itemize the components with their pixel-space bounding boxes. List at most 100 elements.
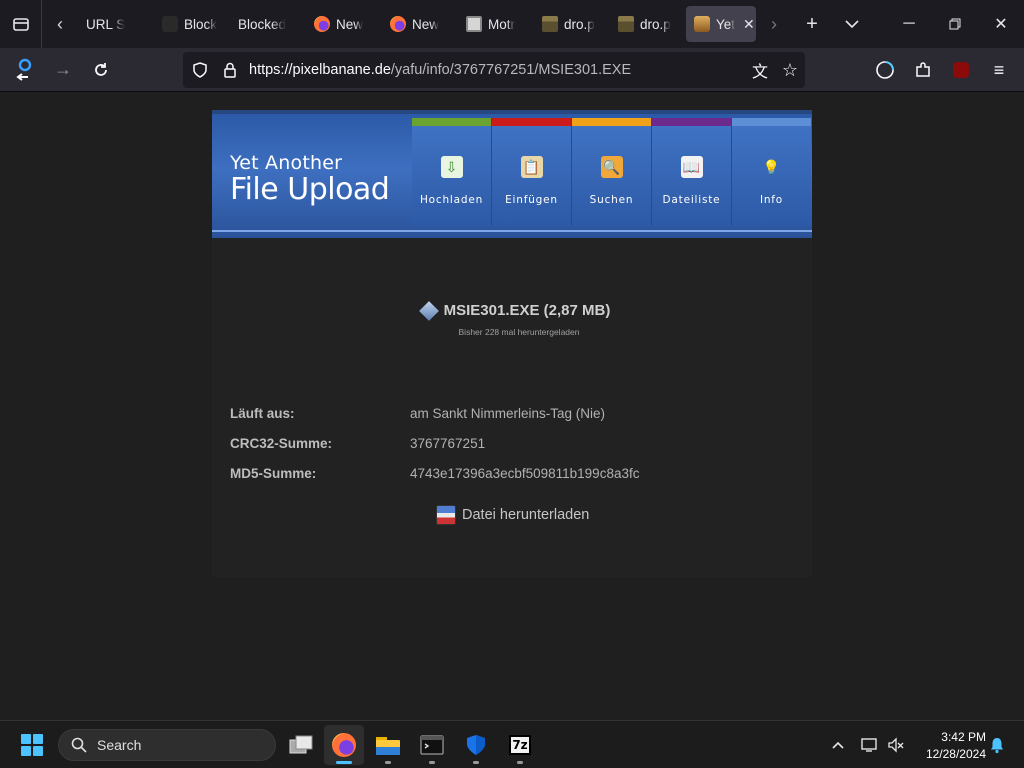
folder-icon: [542, 16, 558, 32]
menu-suchen[interactable]: 🔍 Suchen: [572, 118, 652, 226]
close-tab-icon[interactable]: ✕: [743, 16, 755, 33]
download-link[interactable]: Datei herunterladen: [436, 505, 589, 525]
translate-button[interactable]: 文: [745, 52, 775, 88]
tab-label: New: [336, 16, 364, 32]
tab-5[interactable]: New: [382, 6, 458, 42]
banner-underline: [212, 230, 812, 232]
extensions-button[interactable]: [904, 52, 942, 88]
info-value: 4743e17396a3ecbf509811b199c8a3fc: [410, 466, 640, 481]
app-menu-button[interactable]: ≡: [980, 52, 1018, 88]
firefox-icon: [390, 16, 406, 32]
star-icon: ☆: [781, 59, 799, 80]
running-indicator: [517, 761, 523, 764]
firefox-icon: [314, 16, 330, 32]
taskbar-terminal[interactable]: [412, 725, 452, 765]
ublock-icon: [953, 62, 969, 78]
notifications-button[interactable]: [986, 721, 1008, 768]
running-indicator: [385, 761, 391, 764]
vpn-button[interactable]: [866, 52, 904, 88]
back-arrow-icon: [16, 58, 32, 81]
url-text[interactable]: https://pixelbanane.de/yafu/info/3767767…: [249, 62, 631, 78]
taskbar-file-explorer[interactable]: [368, 725, 408, 765]
floppy-disk-icon: [436, 505, 456, 525]
search-label: Search: [97, 737, 142, 753]
info-key: Läuft aus:: [230, 406, 295, 421]
upload-icon: ⇩: [440, 156, 463, 178]
lightbulb-icon: 💡: [762, 158, 781, 175]
ublock-button[interactable]: [942, 52, 980, 88]
navigation-toolbar: → https://pixelbanane.de/yafu/info/37677…: [0, 48, 1024, 92]
search-folder-icon: 🔍: [600, 156, 623, 178]
task-view-icon: [289, 735, 313, 754]
lock-icon: [224, 62, 236, 78]
url-path: /yafu/info/3767767251/MSIE301.EXE: [390, 62, 632, 78]
site-logo[interactable]: Yet Another File Upload: [230, 152, 390, 207]
running-indicator: [473, 761, 479, 764]
menu-color-bar: [572, 118, 651, 126]
site-banner: Yet Another File Upload ⇩ Hochladen 📋 Ei…: [212, 110, 812, 238]
tab-6[interactable]: Motr: [458, 6, 534, 42]
menu-info[interactable]: 💡 Info: [732, 118, 811, 226]
taskbar-firefox[interactable]: [324, 725, 364, 765]
forward-arrow-icon: →: [54, 59, 72, 79]
hamburger-icon: ≡: [993, 59, 1005, 80]
download-label: Datei herunterladen: [462, 507, 590, 523]
restore-button[interactable]: [932, 0, 978, 48]
menu-dateiliste[interactable]: 📖 Dateiliste: [652, 118, 732, 226]
minimize-button[interactable]: ─: [886, 0, 932, 48]
tab-4[interactable]: New: [306, 6, 382, 42]
menu-color-bar: [412, 118, 491, 126]
volume-button[interactable]: [884, 721, 908, 768]
tab-7[interactable]: dro.p: [534, 6, 610, 42]
list-all-tabs-button[interactable]: [0, 0, 42, 48]
site-info-button[interactable]: [215, 52, 245, 88]
plus-icon: +: [806, 12, 818, 35]
tracking-protection-button[interactable]: [185, 52, 215, 88]
info-key: MD5-Summe:: [230, 466, 317, 481]
menu-einfuegen[interactable]: 📋 Einfügen: [492, 118, 572, 226]
tab-overflow-button[interactable]: [832, 0, 872, 48]
task-view-button[interactable]: [281, 725, 321, 765]
file-name: MSIE301.EXE (2,87 MB): [443, 302, 611, 319]
chevron-down-icon: [845, 20, 859, 29]
chevron-up-icon: [832, 741, 844, 749]
start-button[interactable]: [21, 734, 43, 756]
menu-label: Suchen: [589, 194, 634, 206]
tab-1[interactable]: URL S: [78, 6, 154, 42]
forward-button[interactable]: →: [44, 52, 82, 88]
show-hidden-icons-button[interactable]: [826, 721, 850, 768]
display-tray-button[interactable]: [858, 721, 882, 768]
taskbar-defender[interactable]: [456, 725, 496, 765]
file-type-icon: [418, 300, 439, 321]
menu-hochladen[interactable]: ⇩ Hochladen: [412, 118, 492, 226]
tab-strip: ‹ URL S Block Blocked New New Motr dro.p…: [0, 0, 1024, 48]
file-header: MSIE301.EXE (2,87 MB) Bisher 228 mal her…: [212, 300, 812, 337]
back-button[interactable]: [6, 52, 44, 88]
power-circle-icon: [876, 61, 894, 79]
scroll-tabs-right-button[interactable]: ›: [756, 0, 792, 48]
taskbar-search[interactable]: Search: [58, 729, 276, 761]
tab-label: URL S: [86, 16, 126, 32]
tab-2[interactable]: Block: [154, 6, 230, 42]
taskbar-7zip[interactable]: 7z: [500, 725, 540, 765]
close-window-button[interactable]: ✕: [978, 0, 1024, 48]
tab-list-icon: [12, 18, 29, 31]
address-bar[interactable]: https://pixelbanane.de/yafu/info/3767767…: [183, 52, 805, 88]
scroll-tabs-left-button[interactable]: ‹: [42, 0, 78, 48]
restore-icon: [949, 18, 961, 30]
tab-active[interactable]: Yet ✕: [686, 6, 756, 42]
reload-button[interactable]: [82, 52, 120, 88]
windows-logo-icon: [21, 734, 31, 744]
tab-8[interactable]: dro.p: [610, 6, 686, 42]
folder-icon: [618, 16, 634, 32]
menu-label: Dateiliste: [662, 194, 721, 206]
tab-3[interactable]: Blocked: [230, 6, 306, 42]
clock[interactable]: 3:42 PM 12/28/2024: [916, 729, 986, 763]
bookmark-button[interactable]: ☆: [775, 52, 805, 88]
tab-label: Motr: [488, 16, 515, 32]
new-tab-button[interactable]: +: [792, 0, 832, 48]
url-host: https://pixelbanane.de: [249, 62, 391, 78]
site-title-line1: Yet Another: [230, 152, 343, 174]
close-icon: ✕: [994, 16, 1008, 33]
reload-icon: [95, 62, 107, 76]
